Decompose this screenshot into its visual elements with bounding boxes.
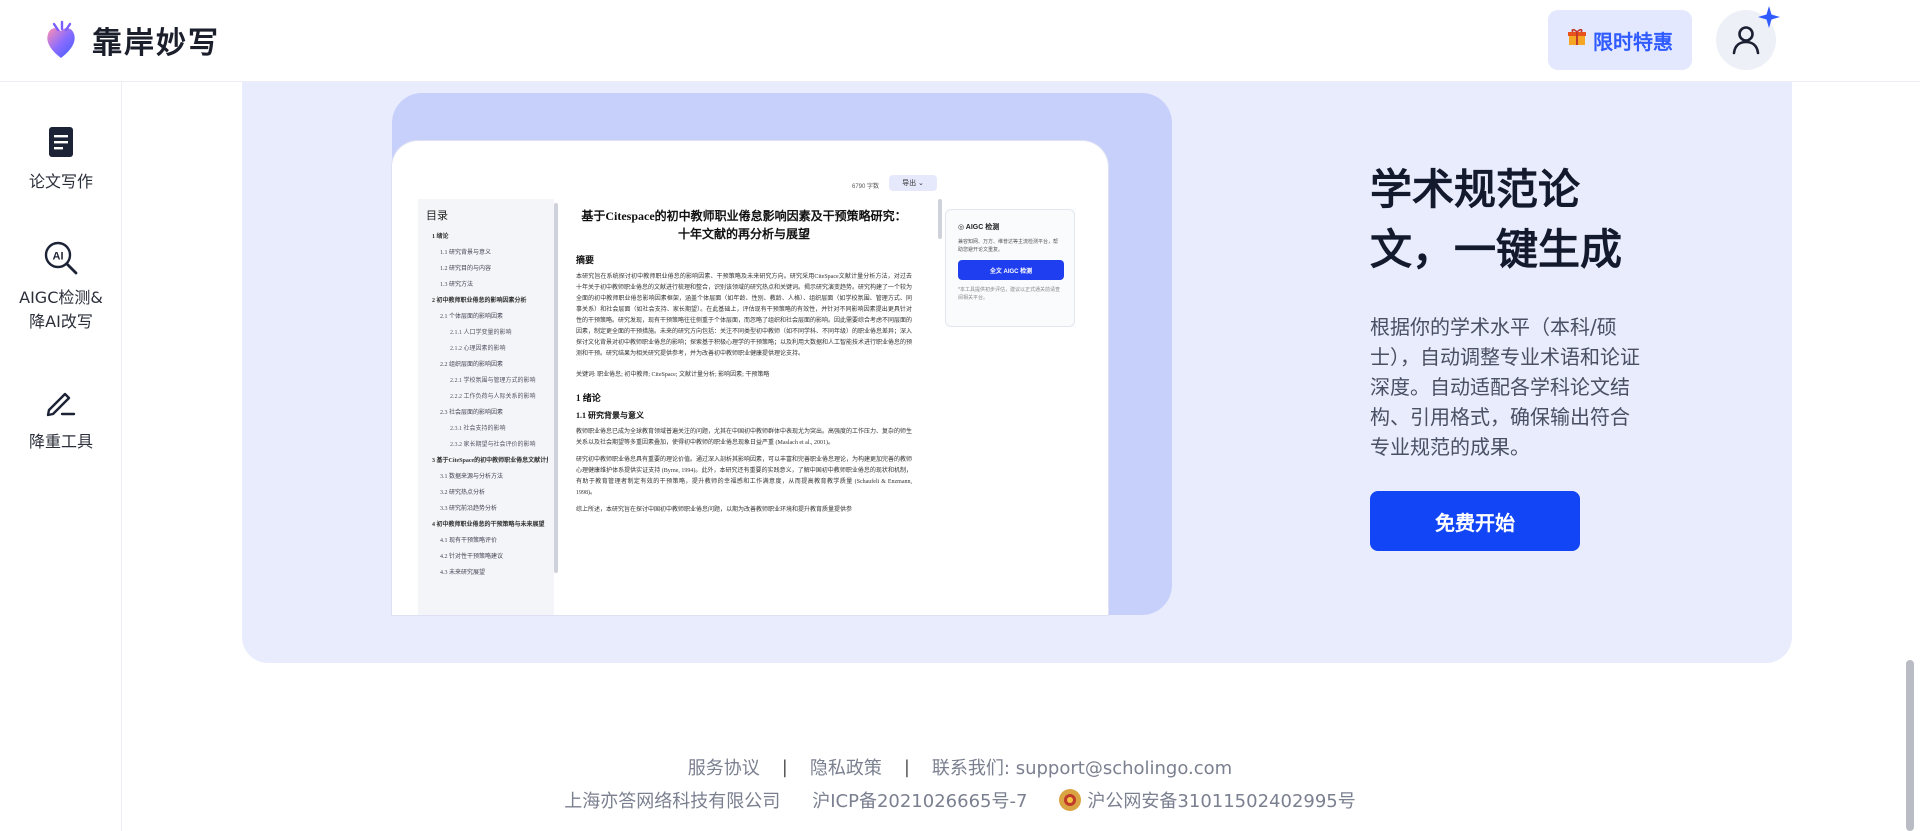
toc-item: 1 绪论 — [432, 234, 449, 240]
promo-label: 限时特惠 — [1593, 29, 1673, 54]
hero-description: 根据你的学术水平（本科/硕士），自动调整专业术语和论证深度。自动适配各学科论文结… — [1370, 315, 1640, 459]
toc-item: 2.3.2 家长期望与社会评价的影响 — [450, 442, 536, 448]
divider: | — [781, 756, 788, 778]
toc-title: 目录 — [426, 210, 448, 222]
privacy-link[interactable]: 隐私政策 — [810, 754, 882, 780]
sidebar-item-plagiarism-tool[interactable]: 降重工具 — [0, 384, 122, 454]
toc-item: 4.1 现有干预策略评价 — [440, 538, 498, 544]
toc-item: 4.3 未来研究展望 — [440, 570, 486, 576]
toc-item: 2.1 个体层面的影响因素 — [440, 314, 504, 320]
aigc-panel: ◎ AIGC 检测 兼容知网、万方、维普达等主流检测平台，帮助您避开论文重复。 … — [945, 209, 1075, 327]
toc-item: 3 基于CiteSpace的初中教师职业倦怠文献计量分析 — [432, 458, 548, 464]
toc-list: 1 绪论 1.1 研究背景与意义 1.2 研究目的与内容 1.3 研究方法 2 初中教师… — [426, 229, 548, 581]
sidebar-item-paper-writing[interactable]: 论文写作 — [0, 124, 122, 194]
police-record-link[interactable]: 沪公网安备31011502402995号 — [1087, 787, 1355, 813]
logo[interactable]: 靠岸妙写 — [44, 18, 220, 62]
footer-links: 服务协议 | 隐私政策 | 联系我们: support@scholingo.co… — [0, 754, 1920, 780]
toc-item: 3.3 研究前沿趋势分析 — [440, 506, 498, 512]
toc-item: 2.1.2 心理因素的影响 — [450, 346, 506, 352]
toc-item: 2.2.2 工作负荷与人际关系的影响 — [450, 394, 536, 400]
toc-item: 1.3 研究方法 — [440, 282, 474, 288]
police-badge-icon — [1059, 789, 1082, 811]
export-label: 导出 — [902, 180, 917, 187]
footer-legal: 上海亦答网络科技有限公司 沪ICP备2021026665号-7 沪公网安备310… — [0, 787, 1920, 813]
word-count: 6790 字数 — [852, 184, 880, 190]
toc-item: 2.2.1 学校氛围与管理方式的影响 — [450, 378, 536, 384]
pen-icon — [43, 384, 79, 420]
user-avatar-button[interactable] — [1716, 6, 1780, 70]
hero-section: 6790 字数 导出 ⌄ 目录 1 绪论 1.1 研究背景与意义 1.2 研究目的与… — [242, 82, 1792, 663]
user-icon — [1732, 26, 1760, 55]
chevron-down-icon: ⌄ — [918, 180, 924, 187]
toc-scrollbar — [554, 203, 558, 573]
promo-button[interactable]: 限时特惠 — [1548, 10, 1692, 70]
document-scrollbar — [938, 199, 942, 239]
sidebar: 论文写作 AI AIGC检测& 降AI改写 降重工具 — [0, 82, 122, 831]
sidebar-item-label: 论文写作 — [28, 172, 93, 191]
page-scrollbar[interactable] — [1906, 660, 1914, 831]
export-button: 导出 ⌄ — [889, 175, 937, 191]
abstract-heading: 摘要 — [576, 255, 595, 265]
sidebar-item-aigc-detection[interactable]: AI AIGC检测& 降AI改写 — [0, 240, 122, 334]
aigc-note: *本工具提供初步评估，建议以正式通关前请查阅相关平台。 — [958, 287, 1060, 301]
document-preview: 6790 字数 导出 ⌄ 目录 1 绪论 1.1 研究背景与意义 1.2 研究目的与… — [392, 141, 1108, 615]
gift-icon — [1567, 27, 1587, 53]
label-line-2: 降AI改写 — [29, 312, 93, 331]
aigc-check-button: 全文 AIGC 检测 — [958, 260, 1064, 280]
toc-item: 2.3 社会层面的影响因素 — [440, 410, 504, 416]
paragraph: 综上所述，本研究旨在探讨中国初中教师职业倦怠问题，以期为改善教师职业环境和提升教… — [576, 507, 853, 513]
abstract-text: 本研究旨在系统探讨初中教师职业倦怠的影响因素、干预策略及未来研究方向。研究采用C… — [576, 274, 913, 357]
document-title: 基于Citespace的初中教师职业倦怠影响因素及干预策略研究：十年文献的再分析… — [581, 209, 907, 241]
sidebar-item-label: AIGC检测& 降AI改写 — [19, 286, 103, 334]
aigc-title: ◎ AIGC 检测 — [958, 224, 1000, 231]
toc-item: 3.1 数据来源与分析方法 — [440, 474, 504, 480]
brand-name: 靠岸妙写 — [92, 26, 220, 61]
table-of-contents: 目录 1 绪论 1.1 研究背景与意义 1.2 研究目的与内容 1.3 研究方法 2 初… — [418, 199, 554, 615]
document-body: 基于Citespace的初中教师职业倦怠影响因素及干预策略研究：十年文献的再分析… — [576, 207, 912, 516]
toc-item: 2.2 组织层面的影响因素 — [440, 362, 504, 368]
paragraph: 研究初中教师职业倦怠具有重要的理论价值。通过深入剖析其影响因素，可以丰富和完善职… — [576, 457, 913, 496]
toc-item: 2 初中教师职业倦怠的影响因素分析 — [432, 298, 527, 304]
document-icon — [43, 124, 79, 160]
subsection-heading: 1.1 研究背景与意义 — [576, 411, 644, 420]
section-heading: 1 绪论 — [576, 393, 601, 403]
toc-item: 2.3.1 社会支持的影响 — [450, 426, 506, 432]
paragraph: 教师职业倦怠已成为全球教育领域普遍关注的问题，尤其在中国初中教师群体中表现尤为突… — [576, 429, 913, 446]
svg-text:AI: AI — [53, 251, 64, 263]
contact-link[interactable]: 联系我们: support@scholingo.com — [932, 754, 1232, 780]
aigc-description: 兼容知网、万方、维普达等主流检测平台，帮助您避开论文重复。 — [958, 239, 1059, 253]
toc-item: 1.1 研究背景与意义 — [440, 250, 492, 256]
sparkle-icon — [1758, 6, 1780, 28]
aigc-title-text: AIGC 检测 — [965, 224, 1000, 231]
toc-item: 4 初中教师职业倦怠的干预策略与未来展望 — [432, 522, 545, 528]
ai-search-icon: AI — [43, 240, 79, 276]
logo-heart-icon — [47, 20, 75, 58]
label-line-1: AIGC检测& — [19, 288, 103, 307]
hero-headline: 学术规范论文，一键生成 — [1370, 165, 1623, 274]
toc-item: 2.1.1 人口学变量的影响 — [450, 330, 512, 336]
sidebar-item-label: 降重工具 — [28, 432, 93, 451]
free-start-button[interactable]: 免费开始 — [1370, 491, 1580, 551]
divider: | — [903, 756, 910, 778]
toc-item: 4.2 针对性干预策略建议 — [440, 554, 504, 560]
toc-item: 3.2 研究热点分析 — [440, 490, 486, 496]
keywords: 关键词: 职业倦怠; 初中教师; CiteSpace; 文献计量分析; 影响因素… — [576, 372, 770, 378]
toc-item: 1.2 研究目的与内容 — [440, 266, 492, 272]
company-name: 上海亦答网络科技有限公司 — [564, 791, 781, 812]
icp-link[interactable]: 沪ICP备2021026665号-7 — [812, 787, 1027, 813]
terms-link[interactable]: 服务协议 — [688, 754, 760, 780]
top-bar: 靠岸妙写 限时特惠 — [0, 0, 1920, 82]
